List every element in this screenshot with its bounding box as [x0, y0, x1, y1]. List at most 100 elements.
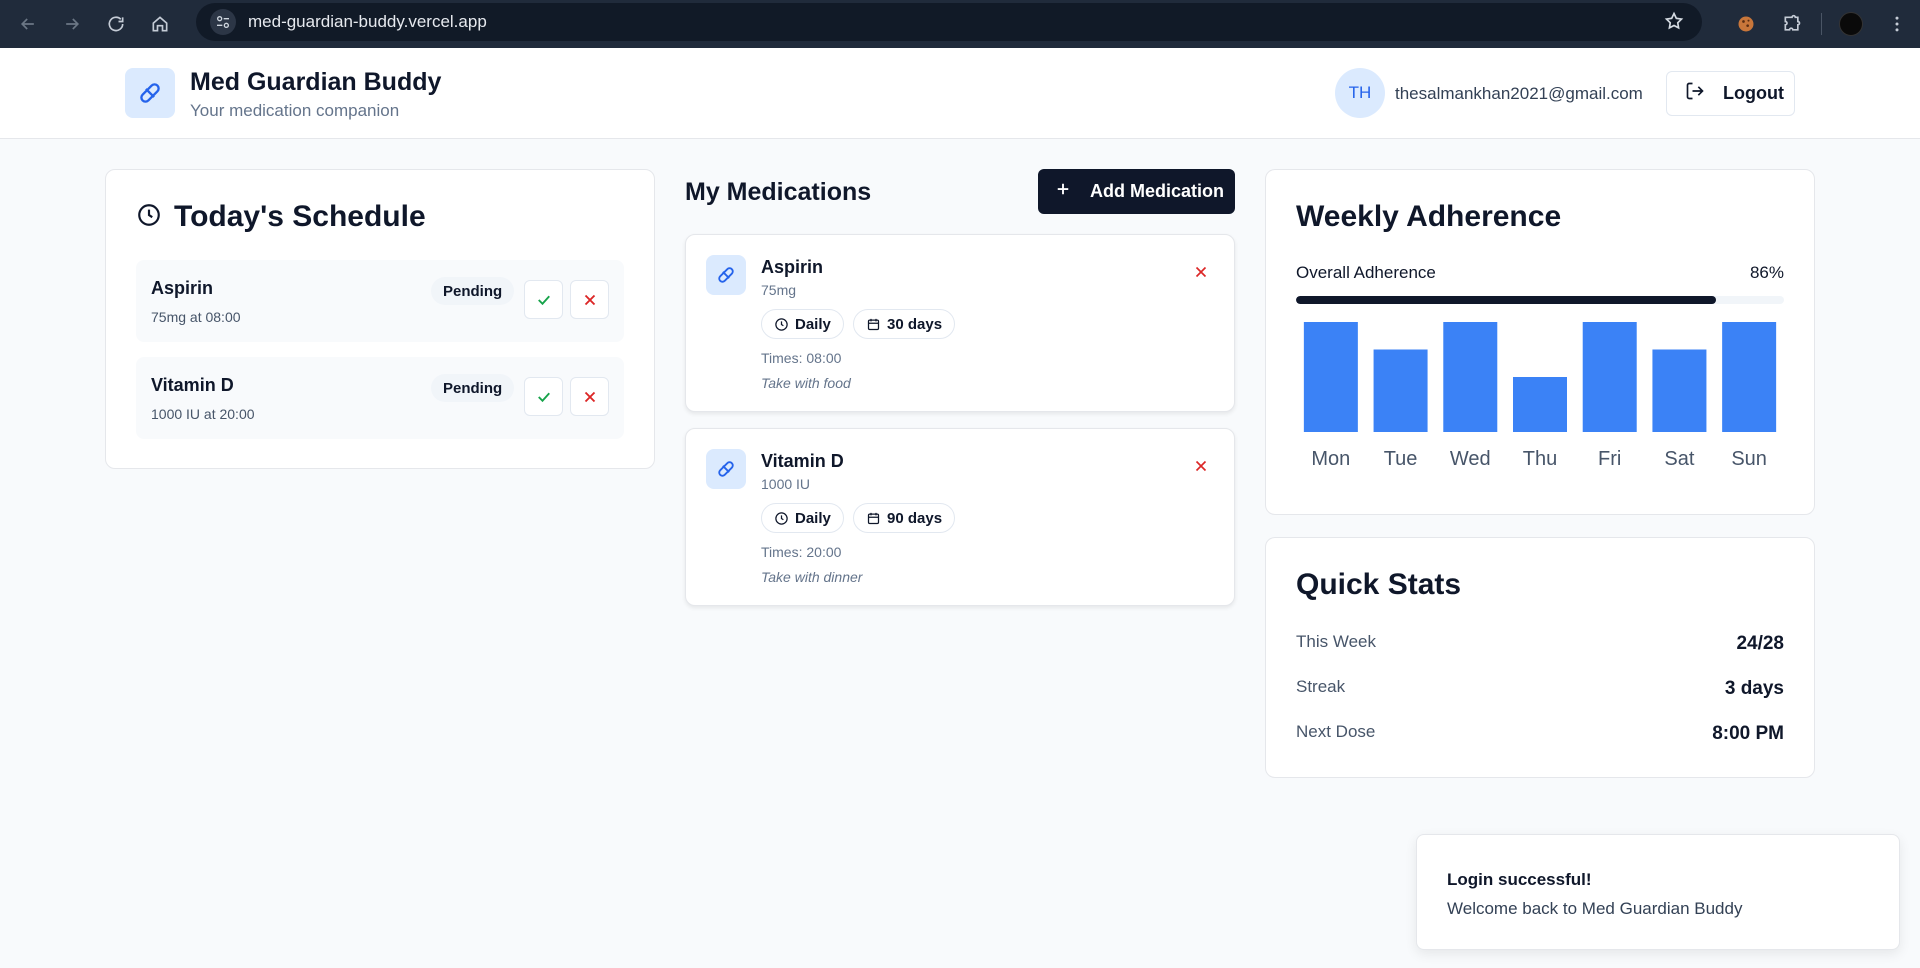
close-icon [584, 391, 595, 402]
frequency-pill: Daily [761, 309, 844, 339]
medications-title: My Medications [685, 178, 872, 206]
toolbar-divider [1821, 13, 1822, 35]
medication-note: Take with food [761, 375, 851, 391]
bar-fri [1582, 322, 1637, 432]
x-tick-label: Fri [1598, 448, 1621, 470]
close-icon [1195, 266, 1207, 278]
medication-card: Aspirin 75mg Daily 30 days Times: 08:00 … [685, 234, 1235, 412]
medication-name: Vitamin D [761, 451, 844, 471]
quick-stats-title: Quick Stats [1296, 568, 1462, 601]
adherence-title: Weekly Adherence [1296, 200, 1562, 233]
stat-value-next-dose: 8:00 PM [1712, 723, 1784, 744]
brand-subtitle: Your medication companion [190, 101, 400, 120]
login-toast[interactable]: Login successful! Welcome back to Med Gu… [1416, 834, 1900, 950]
reload-icon[interactable] [94, 6, 138, 42]
user-email: thesalmankhan2021@gmail.com [1395, 84, 1643, 103]
stat-label-next-dose: Next Dose [1296, 722, 1376, 741]
x-tick-label: Sun [1731, 448, 1767, 470]
logout-button[interactable]: Logout [1666, 71, 1795, 116]
bar-thu [1513, 377, 1567, 432]
stat-value-this-week: 24/28 [1736, 633, 1784, 654]
mark-missed-button[interactable] [570, 280, 609, 319]
adherence-progress-bar [1296, 296, 1784, 304]
schedule-item: Vitamin D 1000 IU at 20:00 Pending [136, 357, 624, 439]
extensions-puzzle-icon[interactable] [1769, 6, 1815, 42]
bar-sat [1652, 349, 1707, 432]
clock-icon [136, 202, 162, 233]
mark-missed-button[interactable] [570, 377, 609, 416]
logout-label: Logout [1723, 83, 1784, 103]
browser-toolbar: med-guardian-buddy.vercel.app [0, 0, 1920, 48]
clock-icon [775, 317, 788, 331]
duration-pill: 30 days [853, 309, 956, 339]
pill-logo-icon [125, 68, 175, 118]
profile-avatar[interactable] [1828, 6, 1874, 42]
delete-medication-button[interactable] [1192, 263, 1210, 286]
medication-dose: 75mg [761, 282, 797, 298]
plus-icon [1054, 180, 1072, 203]
bar-wed [1443, 322, 1498, 432]
schedule-item-name: Vitamin D [151, 375, 234, 395]
stat-value-streak: 3 days [1724, 678, 1784, 699]
schedule-item-detail: 1000 IU at 20:00 [151, 406, 255, 422]
home-icon[interactable] [138, 6, 182, 42]
schedule-item-name: Aspirin [151, 278, 214, 298]
duration-label: 90 days [887, 509, 943, 527]
forward-icon[interactable] [50, 6, 94, 42]
quick-stats-card: Quick Stats This Week 24/28 Streak 3 day… [1265, 537, 1815, 778]
brand-title: Med Guardian Buddy [190, 68, 442, 96]
status-badge: Pending [431, 374, 515, 402]
schedule-item-detail: 75mg at 08:00 [151, 309, 241, 325]
url-text[interactable]: med-guardian-buddy.vercel.app [248, 12, 487, 32]
add-medication-button[interactable]: Add Medication [1038, 169, 1235, 214]
x-tick-label: Wed [1450, 448, 1491, 470]
mark-taken-button[interactable] [524, 377, 563, 416]
pill-icon [706, 449, 746, 489]
more-menu-icon[interactable] [1874, 6, 1920, 42]
site-settings-icon[interactable] [210, 9, 236, 35]
address-bar[interactable]: med-guardian-buddy.vercel.app [196, 3, 1702, 41]
frequency-pill: Daily [761, 503, 844, 533]
user-avatar: TH [1335, 68, 1385, 118]
add-medication-label: Add Medication [1090, 181, 1224, 201]
bar-tue [1373, 349, 1428, 432]
bar-mon [1303, 322, 1358, 432]
close-icon [584, 294, 595, 305]
todays-schedule-card: Today's Schedule Aspirin 75mg at 08:00 P… [105, 169, 655, 469]
adherence-progress-fill [1296, 296, 1716, 304]
logout-icon [1685, 81, 1705, 106]
x-tick-label: Sat [1664, 448, 1694, 470]
duration-pill: 90 days [853, 503, 956, 533]
calendar-icon [867, 318, 880, 330]
overall-adherence-label: Overall Adherence [1296, 263, 1436, 282]
close-icon [1195, 460, 1207, 472]
mark-taken-button[interactable] [524, 280, 563, 319]
toast-description: Welcome back to Med Guardian Buddy [1447, 899, 1743, 918]
schedule-header: Today's Schedule [136, 200, 426, 234]
bar-sun [1722, 322, 1777, 432]
duration-label: 30 days [887, 315, 943, 333]
frequency-label: Daily [795, 315, 831, 333]
x-tick-label: Thu [1523, 448, 1557, 470]
toast-title: Login successful! [1447, 870, 1592, 889]
medication-name: Aspirin [761, 257, 824, 277]
overall-adherence-value: 86% [1749, 263, 1784, 282]
stat-label-this-week: This Week [1296, 632, 1376, 651]
x-tick-label: Tue [1384, 448, 1418, 470]
schedule-title: Today's Schedule [174, 200, 426, 233]
bookmark-star-icon[interactable] [1664, 11, 1684, 36]
check-icon [537, 392, 550, 402]
weekly-bar-chart: Mon Tue Wed Thu Fri Sat Sun [1303, 322, 1777, 470]
delete-medication-button[interactable] [1192, 457, 1210, 480]
medication-times: Times: 08:00 [761, 350, 842, 366]
cookie-extension-icon[interactable] [1723, 6, 1769, 42]
weekly-adherence-card: Weekly Adherence Overall Adherence 86% M… [1265, 169, 1815, 515]
check-icon [537, 295, 550, 305]
clock-icon [775, 511, 788, 525]
app-header: Med Guardian Buddy Your medication compa… [0, 48, 1920, 139]
calendar-icon [867, 512, 880, 524]
medication-times: Times: 20:00 [761, 544, 842, 560]
back-icon[interactable] [6, 6, 50, 42]
medication-dose: 1000 IU [761, 476, 811, 492]
status-badge: Pending [431, 277, 515, 305]
